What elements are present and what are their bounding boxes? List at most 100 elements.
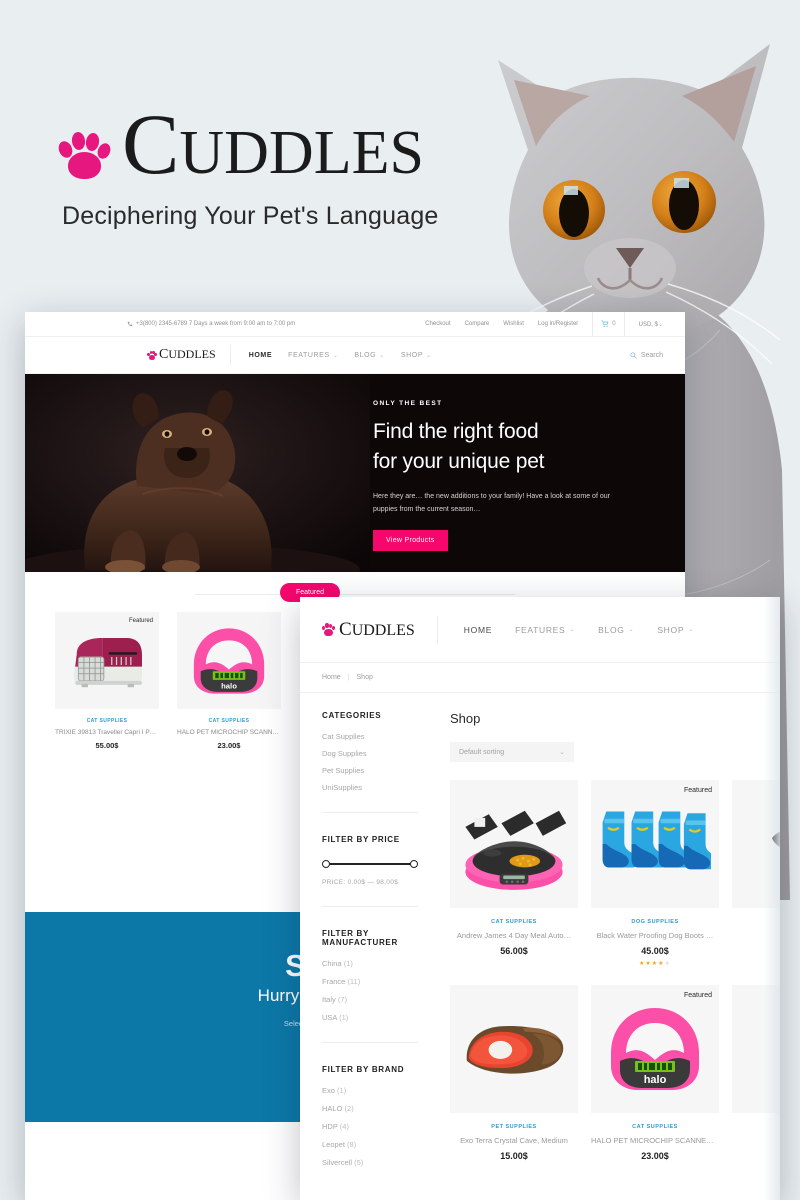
shop-nav-item-blog[interactable]: BLOG ⌄ [598, 625, 634, 635]
home-logo[interactable]: CUDDLES [147, 347, 216, 363]
product-name: TRIXIE 39813 Traveller Capri I Pet … [55, 729, 159, 736]
hero-copy: ONLY THE BEST Find the right food for yo… [373, 400, 663, 552]
view-products-button[interactable]: View Products [373, 530, 448, 552]
paw-print-icon [147, 350, 157, 361]
shop-nav-item-home[interactable]: HOME [464, 625, 492, 635]
brand-count: (8) [347, 1140, 357, 1149]
home-topbar: +3(800) 2345-6789 7 Days a week from 9:0… [25, 312, 685, 337]
product-category: CAT SUPPLIES [632, 1124, 678, 1130]
product-thumbnail [450, 780, 578, 908]
nav-item-blog[interactable]: BLOG ⌄ [354, 352, 385, 359]
featured-badge: Featured [128, 618, 153, 624]
phone-text: +3(800) 2345-6789 7 Days a week from 9:0… [136, 321, 296, 327]
product-thumbnail [450, 985, 578, 1113]
product-card[interactable]: Featured [55, 612, 159, 750]
shop-nav-item-home-label: HOME [463, 624, 493, 635]
search-button[interactable]: Search [630, 352, 663, 359]
hero-heading-line1: Find the right food [373, 420, 539, 443]
category-item-cat-supplies[interactable]: Cat Supplies [322, 732, 418, 741]
price-range-slider[interactable] [322, 860, 418, 868]
price-range-label: PRICE: 0.00$ — 98.00$ [322, 879, 399, 886]
product-card[interactable]: Featured [591, 780, 719, 967]
featured-badge: Featured [683, 787, 712, 794]
manufacturer-item-france[interactable]: France (11) [322, 977, 418, 986]
shop-nav-item-shop[interactable]: SHOP ⌄ [657, 625, 694, 635]
sidebar-divider [322, 812, 418, 813]
category-item-pet-supplies[interactable]: Pet Supplies [322, 766, 418, 775]
nav-item-shop[interactable]: SHOP ⌄ [401, 352, 432, 359]
shop-logo-initial: C [339, 618, 352, 640]
product-price: 56.00$ [500, 946, 528, 956]
manufacturer-item-italy[interactable]: Italy (7) [322, 995, 418, 1004]
brand-count: (1) [337, 1086, 347, 1095]
chevron-down-icon: ⌄ [559, 749, 565, 756]
category-item-unisupplies[interactable]: UniSupplies [322, 783, 418, 792]
manufacturer-item-china[interactable]: China (1) [322, 959, 418, 968]
product-category: DOG SUPPLIES [631, 919, 679, 925]
chevron-down-icon: ⌄ [379, 352, 385, 359]
brand-item-leopet[interactable]: Leopet (8) [322, 1140, 418, 1149]
shop-nav-item-features-label: FEATURES [515, 624, 566, 635]
brand-item-silvercell[interactable]: Silvercell (5) [322, 1158, 418, 1167]
breadcrumb-home[interactable]: Home [322, 674, 341, 681]
hero-banner: ONLY THE BEST Find the right food for yo… [25, 374, 685, 572]
topbar-link-compare[interactable]: Compare [465, 321, 490, 327]
shop-logo[interactable]: CUDDLES [322, 619, 415, 641]
manufacturer-item-usa[interactable]: USA (1) [322, 1013, 418, 1022]
product-rating: ★★★★★ [639, 961, 671, 967]
brand-item-halo[interactable]: HALO (2) [322, 1104, 418, 1113]
hero-kicker: ONLY THE BEST [373, 400, 443, 407]
cart-button[interactable]: 0 [592, 312, 625, 337]
search-label: Search [640, 351, 663, 359]
shop-body: CATEGORIES Cat Supplies Dog Supplies Pet… [300, 693, 780, 1176]
breadcrumb-separator: | [347, 674, 350, 681]
brand-name: Leopet [322, 1140, 345, 1149]
home-topbar-links: Checkout Compare Wishlist Log in/Registe… [425, 312, 663, 337]
sidebar-divider [322, 906, 418, 907]
cart-count: 0 [612, 321, 616, 327]
nav-item-home-label: HOME [248, 351, 273, 359]
brand-item-exo[interactable]: Exo (1) [322, 1086, 418, 1095]
product-name: HALO PET MICROCHIP SCANNER … [177, 729, 281, 736]
product-card[interactable]: halo CAT SUPPLIES HALO PET MICROCHIP SCA… [177, 612, 281, 750]
brand-block: CUDDLES Deciphering Your Pet's Language [56, 101, 488, 231]
window-edge-shadow [764, 597, 780, 1200]
brand-initial: C [122, 96, 180, 192]
brand-item-hdp[interactable]: HDP (4) [322, 1122, 418, 1131]
price-slider-handle-min[interactable] [322, 860, 330, 868]
product-thumbnail: Featured [591, 780, 719, 908]
topbar-link-wishlist[interactable]: Wishlist [503, 321, 524, 327]
price-slider-handle-max[interactable] [410, 860, 418, 868]
nav-item-features[interactable]: FEATURES ⌄ [288, 352, 338, 359]
topbar-link-login-register[interactable]: Log in/Register [538, 321, 578, 327]
microchip-scanner-image: halo [193, 627, 265, 694]
category-item-dog-supplies[interactable]: Dog Supplies [322, 749, 418, 758]
manufacturer-name: China [322, 959, 342, 968]
sorting-value: Default sorting [459, 748, 505, 756]
shop-logo-rest: UDDLES [351, 621, 415, 639]
product-category: CAT SUPPLIES [491, 919, 537, 925]
sidebar-divider [322, 1042, 418, 1043]
shop-nav-item-features[interactable]: FEATURES ⌄ [515, 625, 575, 635]
home-logo-initial: C [159, 347, 169, 362]
sorting-select[interactable]: Default sorting ⌄ [450, 742, 574, 762]
product-card[interactable]: PET SUPPLIES Exo Terra Crystal Cave, Med… [450, 985, 578, 1161]
pet-carrier-image [73, 637, 142, 687]
product-price: 55.00$ [95, 741, 119, 750]
manufacturer-list: China (1) France (11) Italy (7) USA (1) [322, 959, 418, 1022]
product-category: CAT SUPPLIES [208, 718, 250, 724]
nav-item-home[interactable]: HOME [249, 352, 272, 359]
product-price: 23.00$ [217, 741, 241, 750]
manufacturer-name: France [322, 977, 346, 986]
product-card[interactable]: Featured halo CAT SUPPLIES HALO PET MICR… [591, 985, 719, 1161]
product-card[interactable]: CAT SUPPLIES Andrew James 4 Day Meal Aut… [450, 780, 578, 967]
hero-paragraph: Here they are… the new additions to your… [373, 492, 610, 514]
breadcrumb: Home | Shop [300, 663, 780, 693]
dog-boots-image [602, 811, 711, 870]
product-thumbnail: halo [177, 612, 281, 709]
currency-selector[interactable]: USD, $⌄ [639, 321, 663, 328]
topbar-link-checkout[interactable]: Checkout [425, 321, 450, 327]
manufacturer-count: (1) [343, 959, 353, 968]
price-filter-title: FILTER BY PRICE [322, 835, 400, 844]
product-thumbnail: Featured halo [591, 985, 719, 1113]
